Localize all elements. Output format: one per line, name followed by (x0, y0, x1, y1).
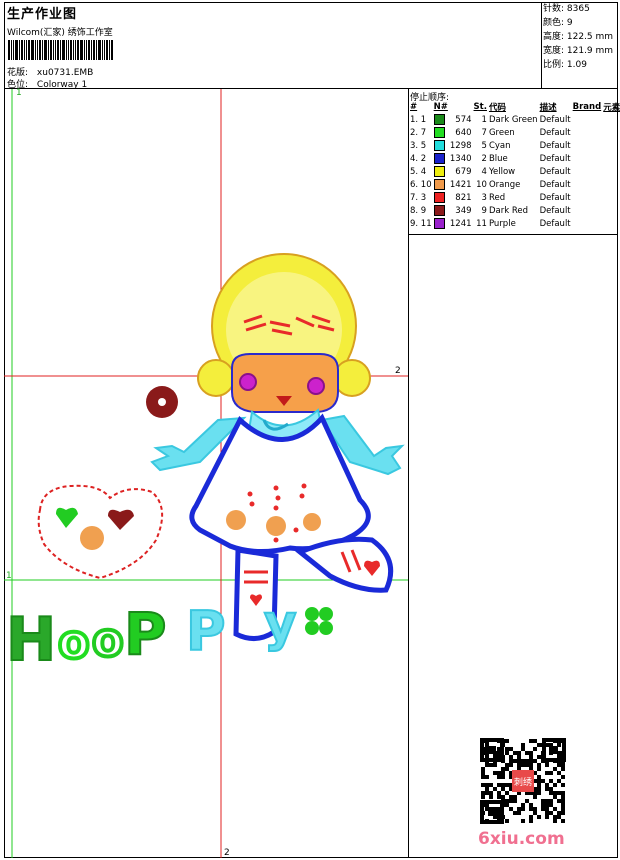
design-canvas: H o o P P y (4, 89, 408, 858)
guide-label-bottom: 2 (224, 848, 230, 858)
dark-red-heart (108, 509, 134, 530)
svg-text:y: y (264, 594, 297, 652)
green-heart (56, 507, 78, 528)
svg-text:P: P (186, 600, 226, 663)
guide-label-right: 2 (395, 366, 401, 376)
watermark: 6xiu.com (478, 829, 565, 849)
svg-text:H: H (6, 605, 56, 675)
svg-text:o: o (92, 613, 124, 667)
svg-text:o: o (58, 615, 90, 669)
guide-label-top: 1 (16, 88, 22, 98)
qr-stamp-text: 刺绣 (514, 776, 532, 788)
qr-code: 刺绣 (480, 738, 566, 824)
green-clover (305, 607, 333, 635)
svg-text:P: P (124, 600, 167, 668)
dark-red-flower (146, 386, 178, 418)
girl-face (231, 353, 339, 413)
guide-label-left: 1 (6, 571, 12, 581)
